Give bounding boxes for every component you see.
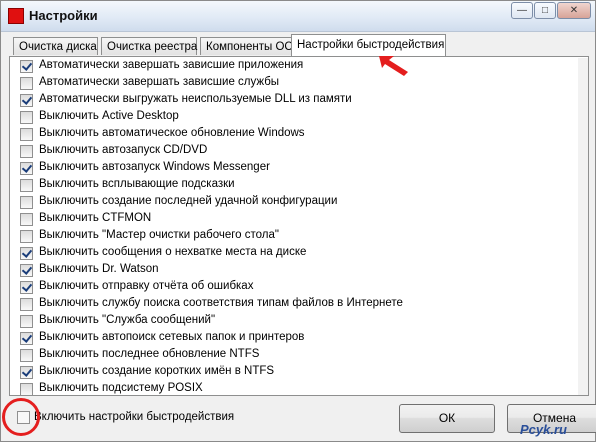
option-checkbox[interactable] xyxy=(20,264,33,277)
option-checkbox[interactable] xyxy=(20,383,33,395)
option-row[interactable]: Выключить "Служба сообщений" xyxy=(10,313,570,330)
ok-button[interactable]: ОК xyxy=(399,404,495,433)
option-checkbox[interactable] xyxy=(20,128,33,141)
option-label: Выключить отправку отчёта об ошибках xyxy=(39,280,254,292)
option-label: Выключить всплывающие подсказки xyxy=(39,178,235,190)
window-title: Настройки xyxy=(29,8,98,23)
option-row[interactable]: Выключить CTFMON xyxy=(10,211,570,228)
minimize-icon[interactable]: — xyxy=(511,2,533,19)
option-label: Выключить автопоиск сетевых папок и прин… xyxy=(39,331,305,343)
option-row[interactable]: Выключить автопоиск сетевых папок и прин… xyxy=(10,330,570,347)
option-checkbox[interactable] xyxy=(20,162,33,175)
option-row[interactable]: Автоматически завершать зависшие службы xyxy=(10,75,570,92)
title-bar: Настройки — □ ✕ xyxy=(1,1,595,32)
option-row[interactable]: Выключить подсистему POSIX xyxy=(10,381,570,395)
tab-os-components[interactable]: Компоненты ОС xyxy=(200,37,293,55)
option-label: Выключить подсистему POSIX xyxy=(39,382,203,394)
option-label: Выключить "Мастер очистки рабочего стола… xyxy=(39,229,279,241)
option-checkbox[interactable] xyxy=(20,179,33,192)
maximize-icon[interactable]: □ xyxy=(534,2,556,19)
option-checkbox[interactable] xyxy=(20,94,33,107)
watermark: Pcyk.ru xyxy=(520,422,567,437)
option-checkbox[interactable] xyxy=(20,213,33,226)
option-checkbox[interactable] xyxy=(20,196,33,209)
option-label: Выключить создание коротких имён в NTFS xyxy=(39,365,275,377)
option-label: Выключить "Служба сообщений" xyxy=(39,314,216,326)
option-label: Выключить CTFMON xyxy=(39,212,152,224)
close-icon[interactable]: ✕ xyxy=(557,2,591,19)
option-label: Автоматически завершать зависшие службы xyxy=(39,76,280,88)
option-checkbox[interactable] xyxy=(20,298,33,311)
option-checkbox[interactable] xyxy=(20,332,33,345)
option-label: Автоматически завершать зависшие приложе… xyxy=(39,59,304,71)
enable-settings-label: Включить настройки быстродействия xyxy=(34,411,235,423)
option-checkbox[interactable] xyxy=(20,77,33,90)
tab-performance-settings[interactable]: Настройки быстродействия xyxy=(291,34,446,56)
scrollbar[interactable] xyxy=(578,58,588,395)
option-checkbox[interactable] xyxy=(20,230,33,243)
option-row[interactable]: Выключить создание последней удачной кон… xyxy=(10,194,570,211)
app-icon xyxy=(8,8,24,24)
option-label: Выключить автозапуск CD/DVD xyxy=(39,144,208,156)
options-list: Автоматически завершать зависшие приложе… xyxy=(10,58,578,395)
highlight-circle-icon xyxy=(2,398,40,436)
option-row[interactable]: Выключить автозапуск Windows Messenger xyxy=(10,160,570,177)
option-checkbox[interactable] xyxy=(20,60,33,73)
option-row[interactable]: Автоматически выгружать неиспользуемые D… xyxy=(10,92,570,109)
option-checkbox[interactable] xyxy=(20,281,33,294)
option-label: Выключить сообщения о нехватке места на … xyxy=(39,246,307,258)
option-checkbox[interactable] xyxy=(20,145,33,158)
tab-disk-cleanup[interactable]: Очистка диска xyxy=(13,37,98,55)
option-checkbox[interactable] xyxy=(20,366,33,379)
option-label: Выключить автозапуск Windows Messenger xyxy=(39,161,270,173)
settings-window: Настройки — □ ✕ Очистка диска Очистка ре… xyxy=(0,0,596,442)
option-label: Выключить создание последней удачной кон… xyxy=(39,195,338,207)
option-row[interactable]: Выключить Active Desktop xyxy=(10,109,570,126)
option-row[interactable]: Выключить Dr. Watson xyxy=(10,262,570,279)
option-row[interactable]: Выключить последнее обновление NTFS xyxy=(10,347,570,364)
option-row[interactable]: Выключить службу поиска соответствия тип… xyxy=(10,296,570,313)
option-label: Выключить службу поиска соответствия тип… xyxy=(39,297,403,309)
option-checkbox[interactable] xyxy=(20,111,33,124)
option-row[interactable]: Выключить сообщения о нехватке места на … xyxy=(10,245,570,262)
tab-strip: Очистка диска Очистка реестра Компоненты… xyxy=(9,34,589,58)
tab-registry-cleanup[interactable]: Очистка реестра xyxy=(101,37,197,55)
option-row[interactable]: Выключить отправку отчёта об ошибках xyxy=(10,279,570,296)
option-checkbox[interactable] xyxy=(20,247,33,260)
option-row[interactable]: Выключить "Мастер очистки рабочего стола… xyxy=(10,228,570,245)
option-row[interactable]: Автоматически завершать зависшие приложе… xyxy=(10,58,570,75)
option-label: Автоматически выгружать неиспользуемые D… xyxy=(39,93,352,105)
option-row[interactable]: Выключить всплывающие подсказки xyxy=(10,177,570,194)
option-label: Выключить последнее обновление NTFS xyxy=(39,348,260,360)
option-label: Выключить Active Desktop xyxy=(39,110,179,122)
option-row[interactable]: Выключить автоматическое обновление Wind… xyxy=(10,126,570,143)
option-label: Выключить автоматическое обновление Wind… xyxy=(39,127,305,139)
option-checkbox[interactable] xyxy=(20,315,33,328)
option-checkbox[interactable] xyxy=(20,349,33,362)
option-label: Выключить Dr. Watson xyxy=(39,263,159,275)
option-row[interactable]: Выключить создание коротких имён в NTFS xyxy=(10,364,570,381)
option-row[interactable]: Выключить автозапуск CD/DVD xyxy=(10,143,570,160)
